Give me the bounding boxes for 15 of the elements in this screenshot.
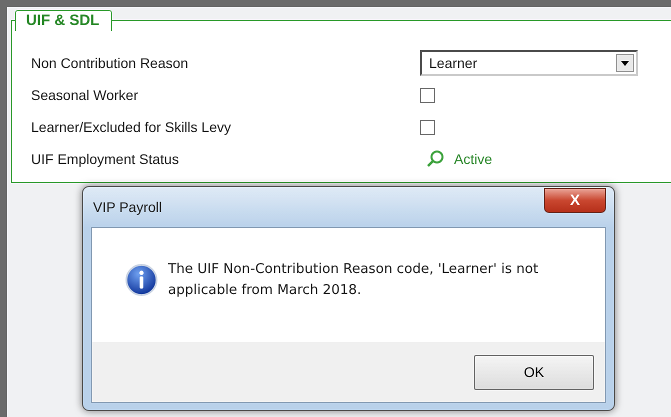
field-label: UIF Employment Status xyxy=(31,150,180,169)
dialog-title: VIP Payroll xyxy=(92,198,162,217)
search-icon[interactable] xyxy=(426,150,444,168)
close-button[interactable]: X xyxy=(544,188,606,212)
caret-icon xyxy=(616,54,634,72)
panel-title: UIF & SDL xyxy=(15,10,112,31)
checkbox[interactable] xyxy=(420,88,435,102)
checkbox[interactable] xyxy=(420,120,435,134)
reason-dropdown[interactable]: Learner xyxy=(420,50,638,76)
ok-button[interactable]: OK xyxy=(474,354,594,390)
field-label: Non Contribution Reason xyxy=(31,54,190,72)
status-value: Active xyxy=(454,150,492,168)
field-label: Learner/Excluded for Skills Levy xyxy=(31,118,232,137)
field-label: Seasonal Worker xyxy=(31,86,140,104)
dialog-message: The UIF Non-Contribution Reason code, 'Learner' is not applicable from March 2018. xyxy=(168,260,540,300)
